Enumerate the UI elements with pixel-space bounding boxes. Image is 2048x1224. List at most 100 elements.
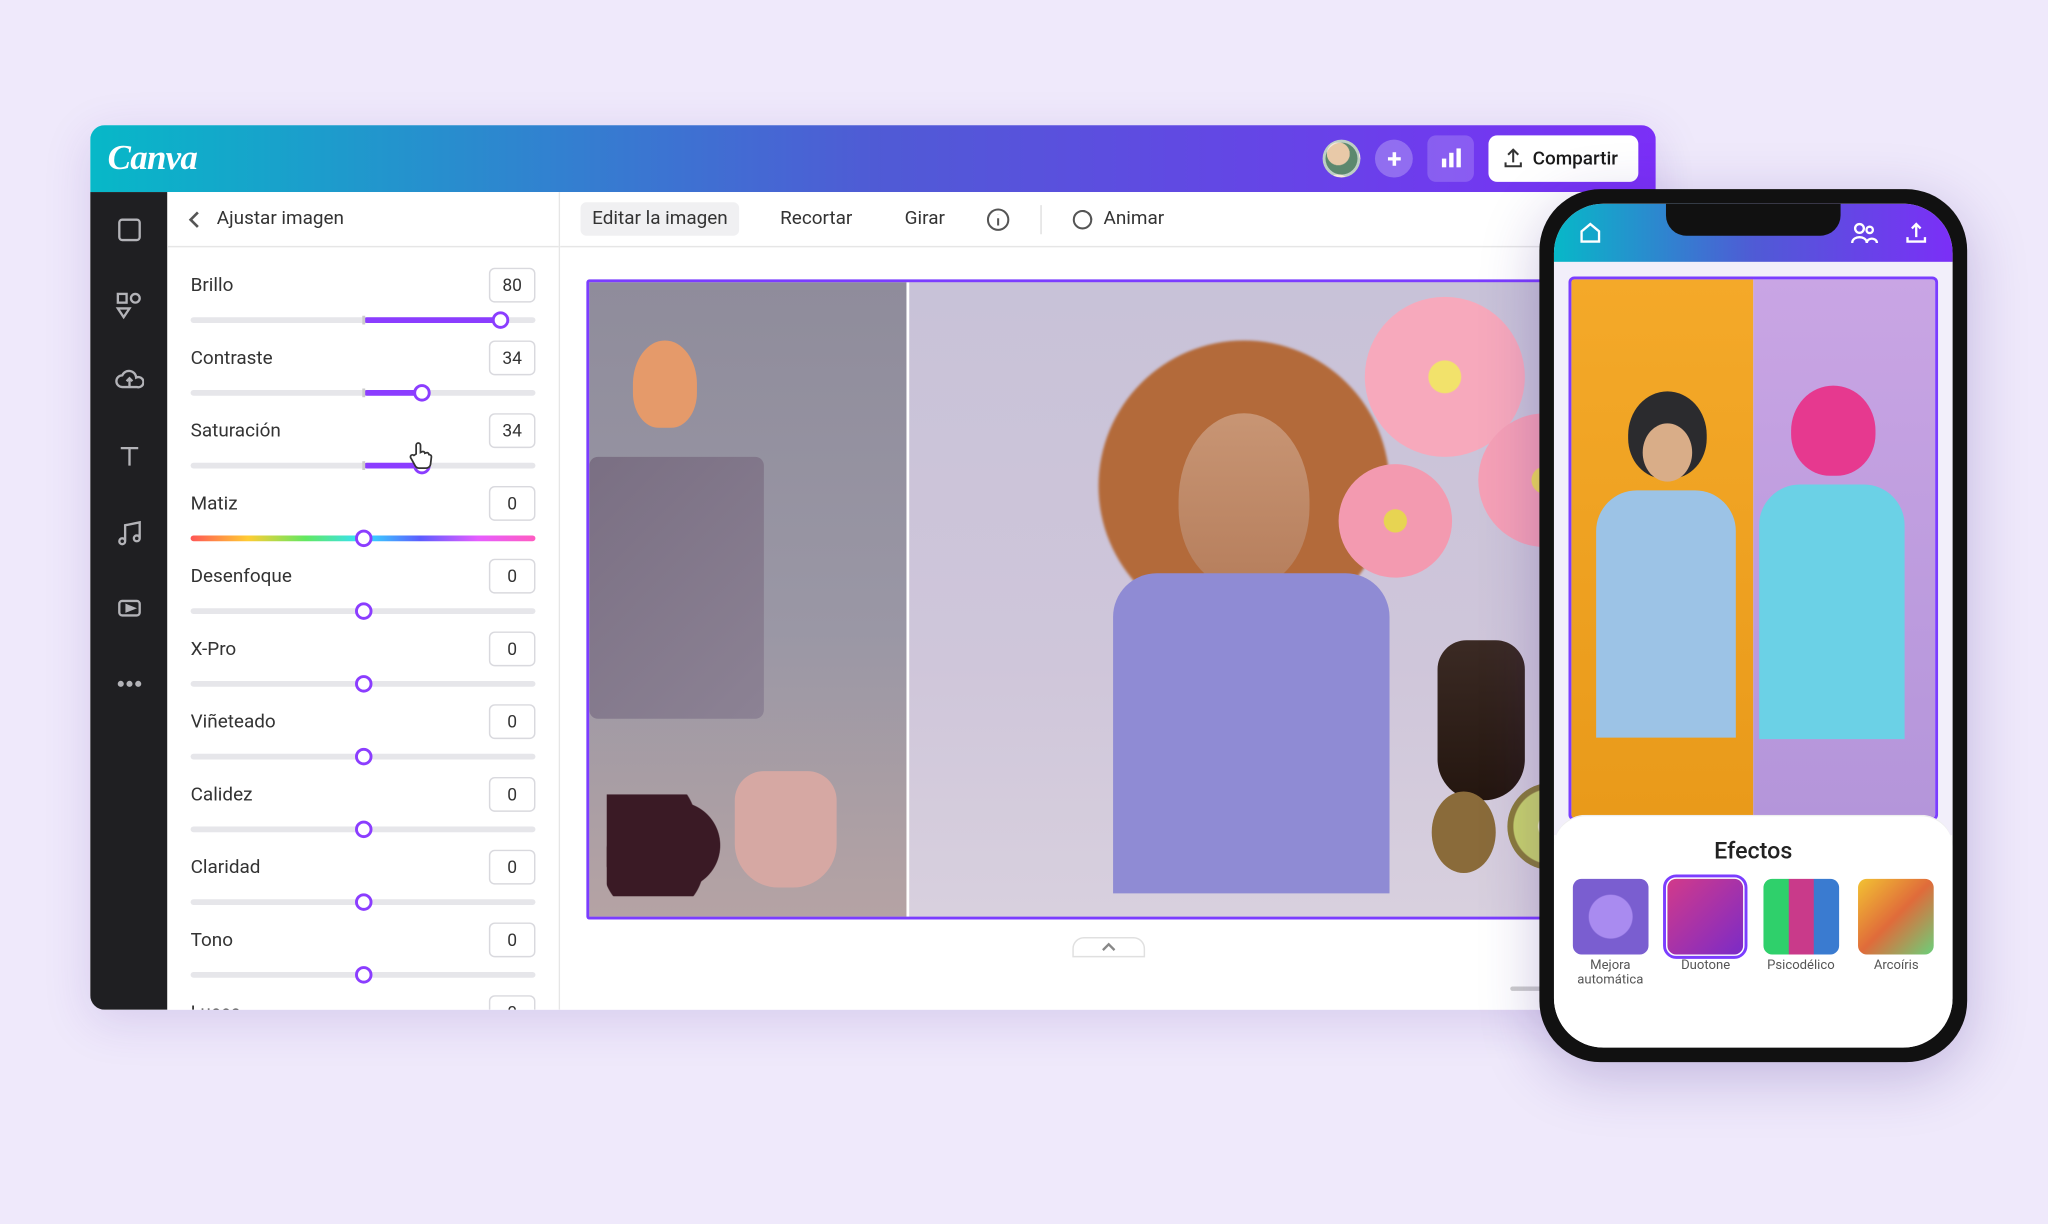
image-adjusted-half (909, 282, 1626, 916)
slider-track[interactable] (191, 899, 536, 905)
mobile-device-frame: Efectos Mejora automática DuotonePsicodél… (1539, 189, 1967, 1062)
rail-more[interactable] (111, 666, 146, 701)
slider-label: X-Pro (191, 638, 237, 660)
slider-track[interactable] (191, 972, 536, 978)
bar-chart-icon (1439, 147, 1462, 170)
slider-track[interactable] (191, 681, 536, 687)
share-button[interactable]: Compartir (1489, 135, 1638, 182)
sliders-list: Brillo80Contraste34Saturación34Matiz0Des… (167, 247, 558, 1009)
rail-uploads[interactable] (111, 364, 146, 399)
slider-value-input[interactable]: 34 (489, 413, 536, 448)
canva-logo[interactable]: Canva (108, 139, 198, 178)
slider-thumb[interactable] (354, 748, 371, 765)
slider-value-input[interactable]: 0 (489, 850, 536, 885)
rotate-button[interactable]: Girar (893, 202, 957, 235)
adjust-header[interactable]: Ajustar imagen (167, 192, 558, 247)
slider-track[interactable] (191, 463, 536, 469)
slider-track[interactable] (191, 317, 536, 323)
slider-value-input[interactable]: 0 (489, 704, 536, 739)
effect-psicodélico[interactable]: Psicodélico (1759, 879, 1843, 990)
effects-title: Efectos (1568, 837, 1938, 865)
info-icon (986, 206, 1012, 232)
effect-arcoíris[interactable]: Arcoíris (1854, 879, 1938, 990)
effect-label: Mejora automática (1568, 960, 1652, 989)
create-new-button[interactable]: + (1375, 140, 1413, 178)
slider-value-input[interactable]: 0 (489, 922, 536, 957)
edit-image-button[interactable]: Editar la imagen (581, 202, 740, 235)
slider-track[interactable] (191, 390, 536, 396)
effect-duotone[interactable]: Duotone (1664, 879, 1748, 990)
elements-icon (114, 291, 143, 320)
slider-label: Viñeteado (191, 711, 276, 733)
rail-templates[interactable] (111, 212, 146, 247)
top-bar: Canva + Compartir (90, 125, 1656, 192)
effect-label: Arcoíris (1874, 960, 1919, 989)
effect-thumbnail (1572, 879, 1648, 955)
slider-value-input[interactable]: 80 (489, 268, 536, 303)
slider-value-input[interactable]: 0 (489, 995, 536, 1010)
slider-thumb[interactable] (354, 530, 371, 547)
avatar[interactable] (1323, 140, 1361, 178)
slider-value-input[interactable]: 0 (489, 559, 536, 594)
chevron-up-icon (1099, 941, 1116, 953)
animate-label: Animar (1104, 208, 1165, 230)
rail-video[interactable] (111, 591, 146, 626)
slider-thumb[interactable] (354, 821, 371, 838)
desktop-app-window: Canva + Compartir (90, 125, 1656, 1010)
canvas-wrapper (560, 247, 1656, 966)
slider-track[interactable] (191, 826, 536, 832)
slider-label: Desenfoque (191, 565, 292, 587)
slider-thumb[interactable] (492, 311, 509, 328)
crop-button[interactable]: Recortar (769, 202, 864, 235)
mobile-selected-image[interactable] (1568, 276, 1938, 820)
slider-track[interactable] (191, 535, 536, 541)
mobile-screen: Efectos Mejora automática DuotonePsicodél… (1554, 204, 1953, 1048)
slider-label: Calidez (191, 784, 253, 806)
slider-viñeteado: Viñeteado 0 (191, 704, 536, 759)
home-button[interactable] (1574, 217, 1606, 249)
rail-audio[interactable] (111, 515, 146, 550)
rail-elements[interactable] (111, 288, 146, 323)
slider-track[interactable] (191, 608, 536, 614)
slider-label: Contraste (191, 347, 273, 369)
plus-icon: + (1387, 143, 1401, 174)
slider-thumb[interactable] (354, 602, 371, 619)
slider-thumb[interactable] (413, 384, 430, 401)
effect-thumbnail (1668, 879, 1744, 955)
export-icon (1903, 220, 1929, 246)
image-original-half (589, 282, 909, 916)
slider-value-input[interactable]: 0 (489, 631, 536, 666)
slider-value-input[interactable]: 0 (489, 486, 536, 521)
slider-track[interactable] (191, 754, 536, 760)
slider-contraste: Contraste 34 (191, 340, 536, 395)
slider-thumb[interactable] (354, 675, 371, 692)
slider-label: Saturación (191, 420, 281, 442)
animate-button[interactable]: Animar (1071, 207, 1164, 230)
slider-thumb[interactable] (354, 966, 371, 983)
slider-thumb[interactable] (354, 893, 371, 910)
editor-area: Editar la imagen Recortar Girar Animar (560, 192, 1656, 1010)
slider-x-pro: X-Pro 0 (191, 631, 536, 686)
effect-mejora-automática[interactable]: Mejora automática (1568, 879, 1652, 990)
selected-image[interactable] (586, 279, 1629, 919)
text-icon (114, 442, 143, 471)
adjust-title: Ajustar imagen (217, 208, 344, 230)
info-button[interactable] (986, 206, 1012, 232)
people-icon (1849, 220, 1878, 246)
mobile-collab-button[interactable] (1848, 217, 1880, 249)
slider-value-input[interactable]: 0 (489, 777, 536, 812)
mobile-export-button[interactable] (1900, 217, 1932, 249)
home-icon (1577, 220, 1603, 246)
slider-value-input[interactable]: 34 (489, 340, 536, 375)
page-panel-toggle[interactable] (1072, 937, 1145, 957)
adjust-panel: Ajustar imagen Brillo80Contraste34Satura… (167, 192, 560, 1010)
slider-luces: Luces 0 (191, 995, 536, 1010)
chevron-left-icon (185, 209, 205, 229)
slider-label: Luces (191, 1002, 241, 1010)
slider-label: Tono (191, 929, 233, 951)
upload-icon (1504, 148, 1524, 168)
share-label: Compartir (1533, 148, 1618, 170)
insights-button[interactable] (1428, 135, 1475, 182)
rail-text[interactable] (111, 439, 146, 474)
slider-thumb[interactable] (413, 457, 430, 474)
